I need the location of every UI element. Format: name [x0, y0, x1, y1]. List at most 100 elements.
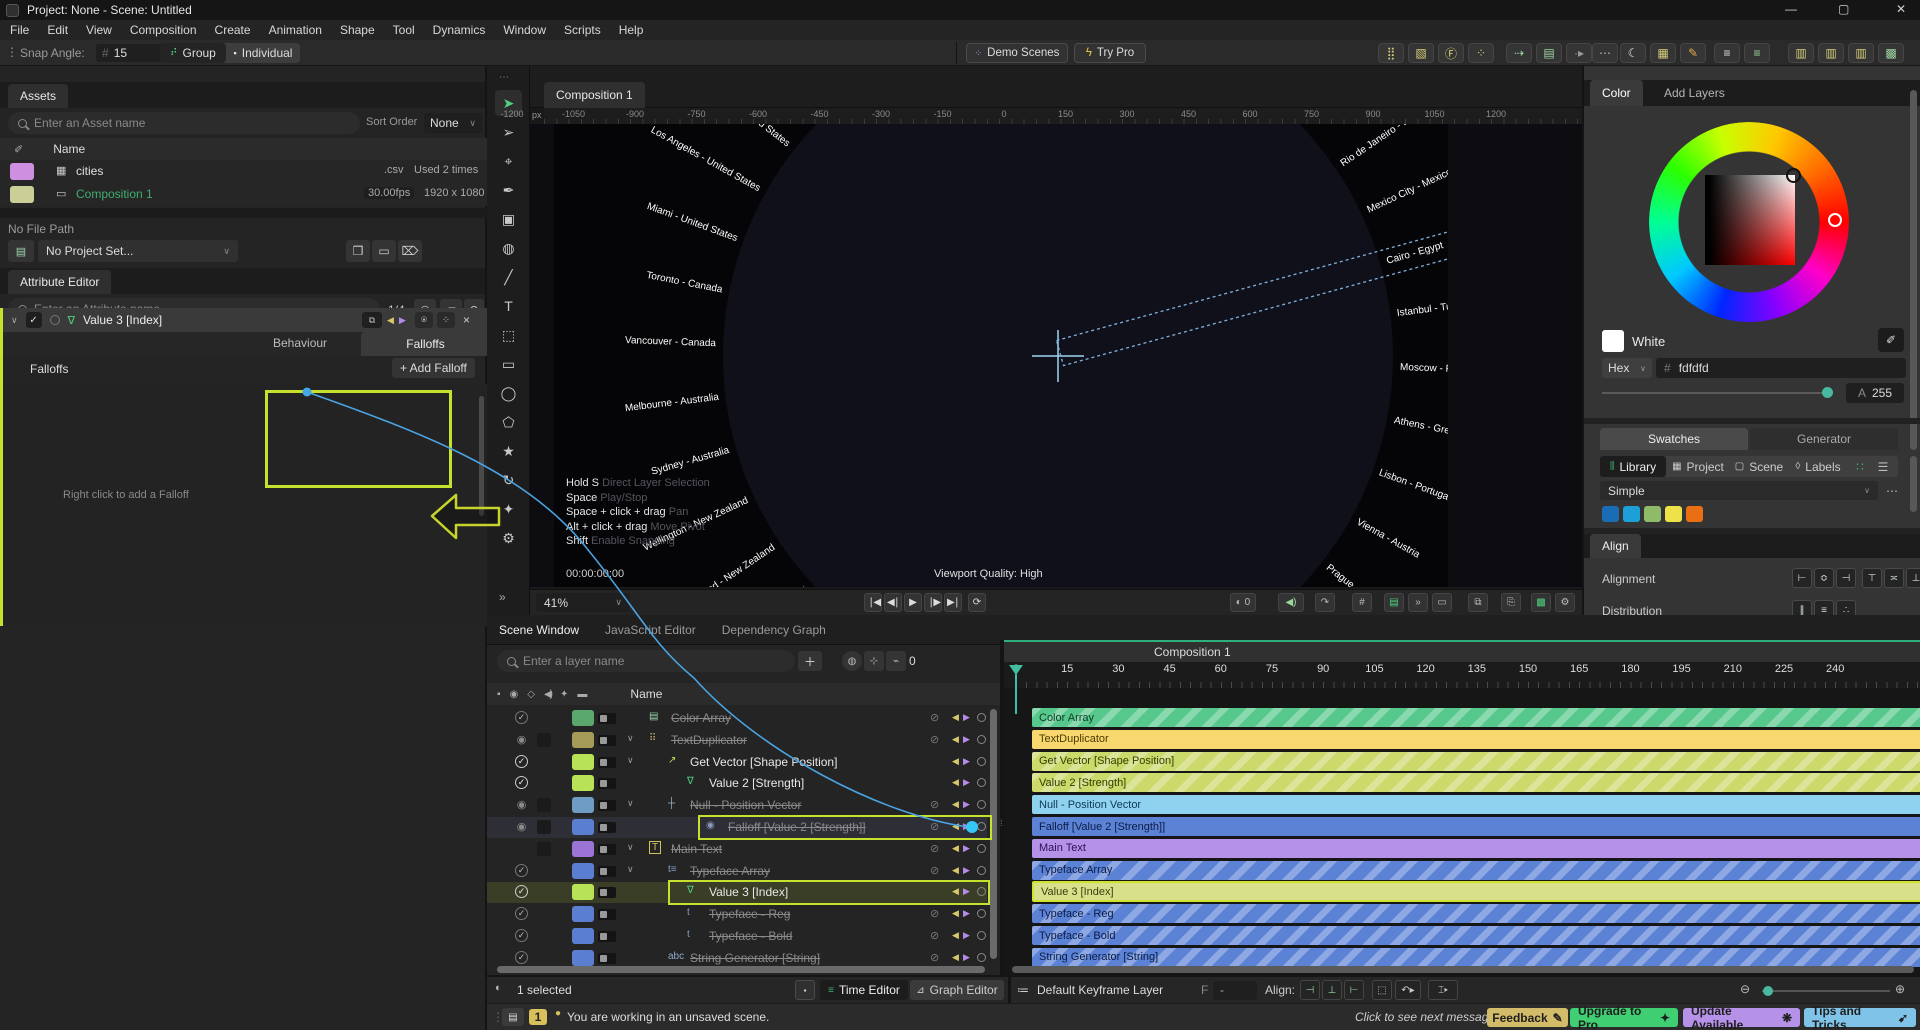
line-tool[interactable]: ╱ — [495, 264, 522, 290]
pin-icon[interactable]: ⍟ — [415, 312, 433, 328]
in-connection-icon[interactable]: ◀ — [952, 799, 959, 810]
zoom-level-dropdown[interactable]: 41%∨ — [536, 593, 630, 612]
demo-scenes-button[interactable]: ⁘Demo Scenes — [966, 43, 1068, 63]
timeline-track[interactable]: Get Vector [Shape Position] — [1032, 752, 1920, 771]
magic-tool[interactable]: ✦ — [495, 496, 522, 522]
layer-color-chip[interactable] — [572, 732, 594, 748]
mini-dropdown-icon[interactable]: ·▸ — [1566, 43, 1592, 63]
timeline-track[interactable]: Value 3 [Index] — [1032, 881, 1920, 902]
clip-toggle-icon[interactable] — [598, 844, 616, 855]
messages-icon[interactable]: ▤ — [502, 1008, 524, 1026]
enabled-checkbox[interactable]: ✓ — [515, 755, 528, 768]
asset-search-input[interactable]: Enter an Asset name — [8, 112, 360, 134]
layout-icon[interactable]: ▤ — [1384, 593, 1404, 612]
menu-tool[interactable]: Tool — [393, 23, 415, 37]
scene-swatches-button[interactable]: ▢Scene — [1730, 460, 1788, 474]
layer-row[interactable]: ◉∨┼Null - Position Vector⊘◀▶ — [487, 795, 987, 816]
layer-color-chip[interactable] — [572, 710, 594, 726]
keyframe-circle-icon[interactable] — [977, 822, 986, 831]
out-connection-icon[interactable]: ▶ — [963, 843, 970, 854]
visibility-toggle[interactable]: ◉ — [515, 820, 528, 833]
layer-row[interactable]: ◉∨⠿TextDuplicator⊘◀▶ — [487, 730, 987, 751]
settings-tool[interactable]: ⚙ — [495, 525, 522, 551]
tab-composition-1[interactable]: Composition 1 — [544, 82, 645, 108]
hook-icon[interactable]: ↷ — [1315, 593, 1335, 612]
text-tool[interactable]: T — [495, 293, 522, 319]
out-connection-icon[interactable]: ▶ — [963, 821, 970, 832]
align-keys-left-button[interactable]: ⊣ — [1300, 980, 1320, 1000]
keyframe-circle-icon[interactable] — [977, 713, 986, 722]
layer-name[interactable]: Typeface - Bold — [709, 929, 792, 943]
alpha-slider-knob[interactable] — [1822, 387, 1833, 398]
upgrade-to-pro-button[interactable]: Upgrade to Pro✦ — [1570, 1008, 1678, 1027]
menu-create[interactable]: Create — [215, 23, 251, 37]
layer-hscrollbar[interactable] — [497, 966, 985, 973]
clip-toggle-icon[interactable] — [598, 866, 616, 877]
individual-button[interactable]: ▪Individual — [226, 43, 300, 63]
columns-icon-3[interactable]: ▥ — [1848, 43, 1874, 63]
layer-row[interactable]: ✓∇Value 3 [Index]◀▶ — [487, 882, 987, 903]
out-connection-icon[interactable]: ▶ — [963, 777, 970, 788]
layer-color-chip[interactable] — [572, 841, 594, 857]
out-connection-icon[interactable]: ▶ — [963, 756, 970, 767]
timeline-track[interactable]: Value 2 [Strength] — [1032, 773, 1920, 792]
out-connection-icon[interactable]: ▶ — [963, 734, 970, 745]
strip-more-icon[interactable]: ⋯ — [499, 72, 511, 83]
more-icon[interactable]: ⋯ — [1592, 43, 1618, 63]
secondary-state-box[interactable] — [537, 798, 551, 812]
layer-name[interactable]: Value 2 [Strength] — [709, 776, 804, 790]
menu-file[interactable]: File — [10, 23, 29, 37]
sort-order-dropdown[interactable]: None∨ — [424, 113, 482, 133]
columns-icon-1[interactable]: ▥ — [1788, 43, 1814, 63]
layer-color-chip[interactable] — [572, 754, 594, 770]
default-keyframe-layer[interactable]: Default Keyframe Layer — [1037, 983, 1163, 997]
expression-icon[interactable]: ⧉ — [362, 312, 382, 328]
keyframe-circle-icon[interactable] — [977, 909, 986, 918]
layer-row[interactable]: ✓tTypeface - Reg⊘◀▶ — [487, 904, 987, 925]
minimize-button[interactable]: — — [1785, 2, 1797, 16]
falloff-drop-area[interactable]: Right click to add a Falloff — [3, 384, 487, 626]
clip-toggle-icon[interactable] — [598, 931, 616, 942]
orbit-tool[interactable]: ◍ — [495, 235, 522, 261]
fast-icon[interactable]: » — [1408, 593, 1428, 612]
timeline-zoom-out-icon[interactable]: ⊖ — [1740, 982, 1750, 996]
keyframe-circle-icon[interactable] — [977, 778, 986, 787]
library-button[interactable]: ⫼Library — [1600, 456, 1666, 477]
asset-name[interactable]: cities — [76, 164, 103, 178]
snap-angle-input[interactable]: #15 — [96, 44, 168, 62]
project-swatches-button[interactable]: ▦Project — [1666, 460, 1730, 474]
visibility-toggle[interactable]: ◉ — [515, 798, 528, 811]
project-icon-button[interactable]: ▤ — [8, 240, 34, 262]
align-left-icon[interactable]: ≡ — [1714, 43, 1740, 63]
eyedropper-button[interactable]: ✐ — [1878, 328, 1904, 352]
grid-dots-icon[interactable]: ⣿ — [1378, 43, 1404, 63]
insert-frame-button[interactable]: ⌶▸ — [1428, 980, 1458, 1000]
timeline-track[interactable]: Typeface - Bold — [1032, 926, 1920, 945]
menu-view[interactable]: View — [86, 23, 112, 37]
swatch-chip[interactable] — [1665, 506, 1682, 522]
out-connection-icon[interactable]: ▶ — [963, 886, 970, 897]
clip-toggle-icon[interactable] — [598, 887, 616, 898]
tab-dependency-graph[interactable]: Dependency Graph — [722, 623, 826, 637]
in-connection-icon[interactable]: ◀ — [952, 756, 959, 767]
timeline-hscrollbar[interactable] — [1012, 966, 1914, 973]
menu-window[interactable]: Window — [503, 23, 546, 37]
flatten-button[interactable]: ⌁ — [886, 651, 906, 671]
layer-color-chip[interactable] — [572, 797, 594, 813]
in-connection-icon[interactable]: ◀ — [952, 777, 959, 788]
ease-curve-button[interactable]: ↶▸ — [1395, 980, 1421, 1000]
timeline-ruler[interactable]: 0153045607590105120135150165180195210225… — [1004, 662, 1920, 688]
clip-toggle-icon[interactable] — [598, 953, 616, 964]
attribute-header[interactable]: ∨ ✓ ∇ Value 3 [Index] ⧉ ◀ ▶ ⍟ ⁘ × — [3, 308, 487, 332]
enabled-checkbox[interactable]: ✓ — [515, 864, 528, 877]
panel-splitter[interactable]: ⁞ — [1000, 818, 1002, 828]
tab-align[interactable]: Align — [1590, 534, 1641, 558]
layer-row[interactable]: ∨TMain Text⊘◀▶ — [487, 839, 987, 860]
tab-falloffs[interactable]: Falloffs — [361, 332, 490, 356]
clear-project-button[interactable]: ⌦ — [398, 240, 422, 262]
add-null-button[interactable]: ⊹ — [864, 651, 884, 671]
pivot-tool[interactable]: ⌖ — [495, 148, 522, 174]
current-color-swatch[interactable] — [1602, 330, 1624, 352]
go-to-end-button[interactable]: ▶❘ — [944, 593, 962, 612]
clip-toggle-icon[interactable] — [598, 735, 616, 746]
